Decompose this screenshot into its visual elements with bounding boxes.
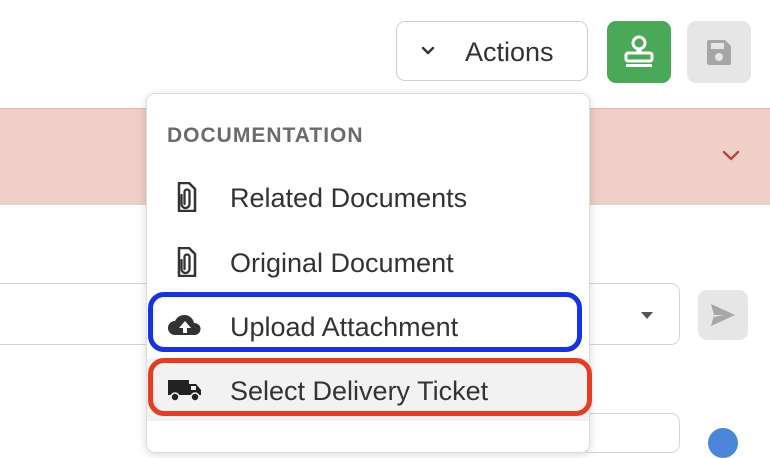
menu-item-label: Original Document [230,248,454,278]
menu-item-related-documents[interactable]: Related Documents [147,166,589,228]
highlight-box-upload [148,292,582,352]
send-button[interactable] [698,290,748,340]
floppy-disk-icon [706,40,731,65]
menu-item-label: Related Documents [230,183,468,213]
chevron-down-icon [421,46,435,55]
highlight-box-delivery-ticket [148,358,592,416]
stamp-icon [624,35,654,67]
approve-stamp-button[interactable] [607,21,671,83]
paperclip-document-icon [177,247,197,277]
text-field[interactable] [580,413,680,453]
chevron-down-icon[interactable] [721,146,741,166]
menu-section-header: DOCUMENTATION [167,124,364,147]
save-button[interactable] [687,21,751,83]
actions-label: Actions [465,37,554,67]
actions-dropdown-button[interactable]: Actions [396,21,588,81]
caret-down-icon[interactable] [640,311,654,321]
menu-item-original-document[interactable]: Original Document [147,231,589,293]
send-icon [711,304,735,326]
paperclip-document-icon [177,182,197,212]
